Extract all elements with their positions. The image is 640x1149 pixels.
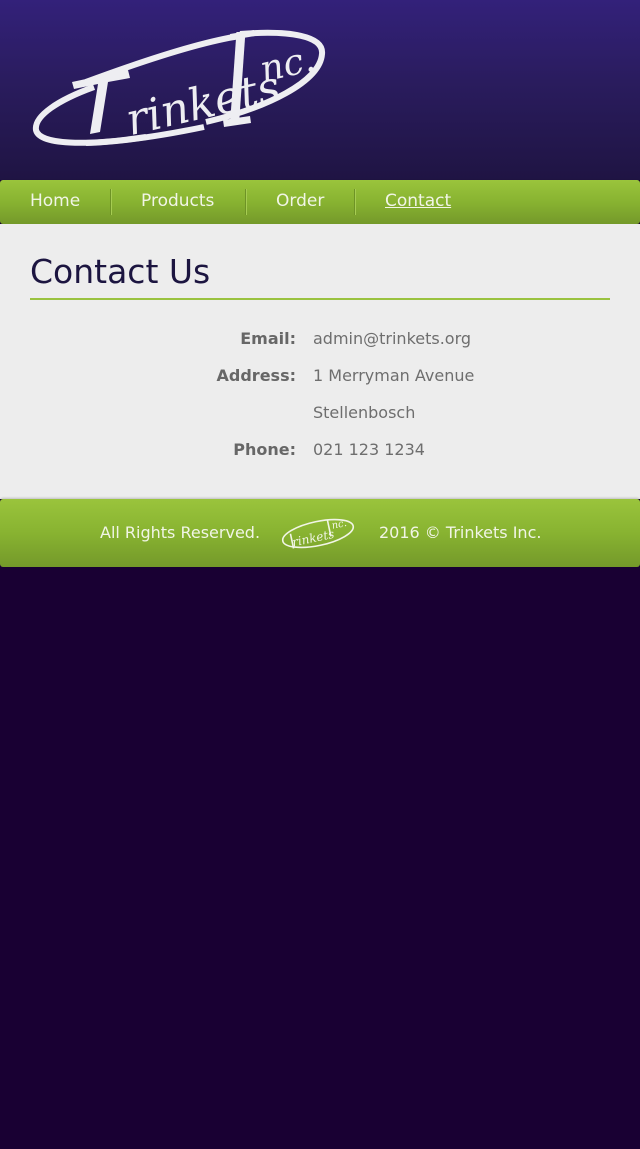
footer-rights: All Rights Reserved. [100,523,261,542]
phone-label: Phone: [233,440,296,459]
page-title: Contact Us [30,252,211,291]
svg-text:nc.: nc. [256,38,319,90]
site-header: rinkets nc. [0,0,640,180]
footer-logo: rinkets nc. [281,518,355,549]
nav-home[interactable]: Home [30,180,80,224]
address-line-1: 1 Merryman Avenue [313,366,475,385]
email-value[interactable]: admin@trinkets.org [313,329,471,349]
main-content: Contact Us Email: admin@trinkets.org Add… [0,224,640,499]
footer-copyright: 2016 © Trinkets Inc. [379,523,542,542]
nav-divider [354,189,355,215]
nav-divider [110,189,111,215]
nav-products[interactable]: Products [141,180,214,224]
nav-order[interactable]: Order [276,180,324,224]
nav-contact[interactable]: Contact [385,180,451,224]
address-line-2: Stellenbosch [313,403,416,422]
svg-text:rinkets: rinkets [121,61,285,146]
email-label: Email: [240,329,296,348]
address-label: Address: [216,366,296,385]
phone-value[interactable]: 021 123 1234 [313,440,425,460]
nav-divider [245,189,246,215]
main-nav: Home Products Order Contact [0,180,640,224]
svg-text:nc.: nc. [331,518,348,532]
title-divider [30,298,610,300]
trinkets-inc-logo[interactable]: rinkets nc. [28,24,330,154]
